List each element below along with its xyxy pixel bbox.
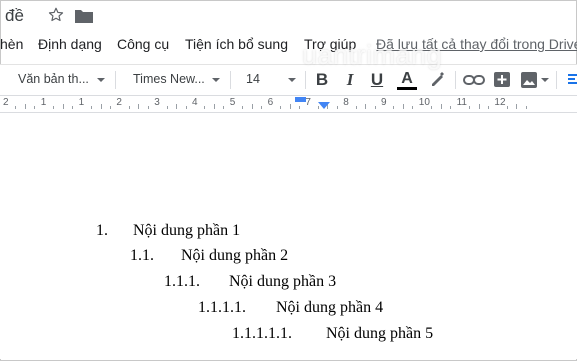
- ruler-number: 2: [3, 97, 9, 108]
- ruler-tick: [516, 104, 518, 109]
- ruler-tick: [298, 106, 300, 109]
- ruler-number: 10: [418, 97, 430, 108]
- first-line-indent-marker[interactable]: [295, 97, 306, 102]
- ruler-tick: [204, 106, 206, 109]
- ruler-tick: [62, 104, 64, 109]
- ruler-number: 6: [267, 97, 274, 108]
- ruler-tick: [289, 104, 291, 109]
- menu-addons[interactable]: Tiện ích bổ sung: [185, 36, 288, 52]
- list-item[interactable]: 1.1.1. Nội dung phần 3: [164, 273, 336, 291]
- ruler-tick: [242, 106, 244, 109]
- document-page[interactable]: 1. Nội dung phần 1 1.1. Nội dung phần 2 1.…: [0, 113, 577, 359]
- toolbar: Văn bản th... Times New... 14 B I U A: [0, 64, 577, 96]
- list-item[interactable]: 1.1.1.1. Nội dung phần 4: [198, 299, 383, 317]
- toolbar-divider: [556, 71, 557, 89]
- folder-icon[interactable]: [74, 8, 94, 24]
- toolbar-divider: [305, 71, 306, 89]
- ruler-tick: [251, 104, 253, 109]
- ruler-tick: [402, 104, 404, 109]
- ruler-tick: [450, 106, 452, 109]
- chevron-down-icon: [288, 78, 296, 82]
- ruler-tick: [374, 106, 376, 109]
- menu-bar: hèn Định dạng Công cụ Tiện ích bổ sung T…: [0, 32, 577, 58]
- menu-format[interactable]: Định dạng: [38, 36, 102, 52]
- list-item[interactable]: 1. Nội dung phần 1: [96, 222, 240, 240]
- image-icon: [520, 72, 537, 88]
- ruler-number: 12: [494, 97, 506, 108]
- ruler-tick: [478, 104, 480, 109]
- ruler-tick: [525, 106, 527, 109]
- ruler-tick: [440, 104, 442, 109]
- italic-button[interactable]: I: [340, 69, 360, 91]
- underline-button[interactable]: U: [367, 69, 387, 91]
- ruler-tick: [176, 104, 178, 109]
- title-bar: đề: [0, 0, 577, 32]
- ruler-tick: [223, 106, 225, 109]
- toolbar-divider: [115, 71, 116, 89]
- highlight-pen-icon[interactable]: [427, 69, 447, 91]
- ruler-tick: [34, 106, 36, 109]
- ruler-number: 11: [456, 97, 467, 108]
- add-comment-icon[interactable]: [492, 69, 512, 91]
- ruler-tick: [72, 106, 74, 109]
- text-color-bar: [397, 86, 417, 90]
- ruler-tick: [365, 104, 367, 109]
- ruler-number: 8: [343, 97, 349, 108]
- list-item[interactable]: 1.1. Nội dung phần 2: [130, 247, 288, 265]
- insert-image-button[interactable]: [519, 69, 549, 91]
- left-indent-marker[interactable]: [318, 102, 330, 109]
- chevron-down-icon: [97, 78, 105, 82]
- bold-button[interactable]: B: [312, 69, 332, 91]
- ruler-tick: [128, 106, 130, 109]
- chevron-down-icon: [212, 78, 220, 82]
- ruler-tick: [166, 106, 168, 109]
- paragraph-style-label: Văn bản th...: [18, 72, 89, 86]
- ruler-tick: [15, 106, 17, 109]
- document-title[interactable]: đề: [5, 6, 24, 26]
- ruler-tick: [261, 106, 263, 109]
- ruler-number: 5: [229, 97, 236, 108]
- ruler-number: 9: [381, 97, 387, 108]
- ruler-number: 1: [40, 97, 47, 108]
- ruler-tick: [393, 106, 395, 109]
- star-icon[interactable]: [47, 6, 65, 24]
- ruler-tick: [336, 106, 338, 109]
- ruler-tick: [147, 106, 149, 109]
- ruler-tick: [280, 106, 282, 109]
- ruler-tick: [53, 106, 55, 109]
- ruler-number: 2: [116, 97, 122, 108]
- ruler-tick: [506, 106, 508, 109]
- ruler-tick: [91, 106, 93, 109]
- ruler-tick: [412, 106, 414, 109]
- save-status-link[interactable]: Đã lưu tất cả thay đổi trong Drive: [376, 36, 577, 52]
- menu-help[interactable]: Trợ giúp: [304, 36, 356, 52]
- ruler-tick: [109, 106, 111, 109]
- toolbar-divider: [455, 71, 456, 89]
- ruler-number: 1: [78, 97, 85, 108]
- toolbar-divider: [230, 71, 231, 89]
- align-left-icon[interactable]: [566, 69, 577, 91]
- ruler-tick: [469, 106, 471, 109]
- ruler-tick: [185, 106, 187, 109]
- menu-insert[interactable]: hèn: [0, 36, 23, 52]
- ruler-number: 7: [305, 97, 311, 108]
- ruler-tick: [487, 106, 489, 109]
- ruler-tick: [355, 106, 357, 109]
- text-color-button[interactable]: A: [394, 69, 420, 91]
- chevron-down-icon: [540, 78, 549, 82]
- link-icon[interactable]: [462, 69, 486, 91]
- ruler-tick: [213, 104, 215, 109]
- ruler-number: 4: [192, 97, 198, 108]
- ruler-tick: [24, 104, 26, 109]
- ruler-tick: [138, 104, 140, 109]
- ruler-number: 3: [154, 97, 160, 108]
- list-item[interactable]: 1.1.1.1.1. Nội dung phần 5: [232, 325, 433, 343]
- menu-tools[interactable]: Công cụ: [117, 36, 169, 52]
- ruler-tick: [431, 106, 433, 109]
- ruler-tick: [100, 104, 102, 109]
- font-family-label: Times New...: [133, 72, 205, 86]
- ruler[interactable]: 2 1 1 2 3 4 5 6 7 8 9 10 11 12: [0, 96, 577, 113]
- font-size-label: 14: [246, 72, 260, 86]
